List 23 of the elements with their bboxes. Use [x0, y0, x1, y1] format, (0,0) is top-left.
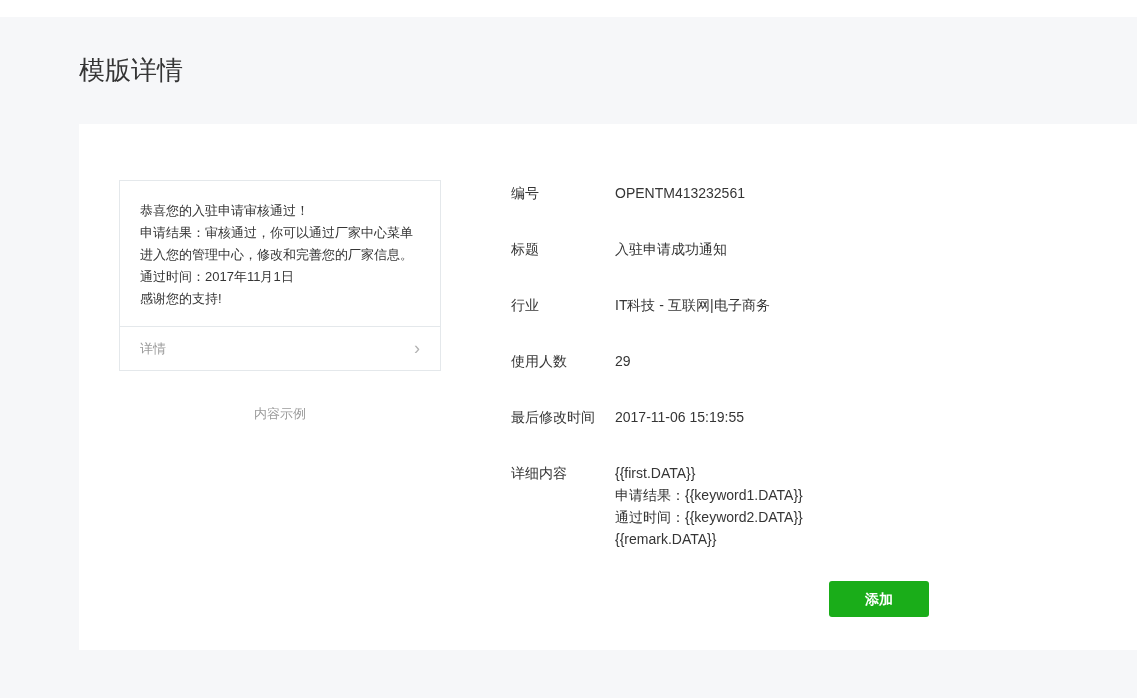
message-line: 感谢您的支持! [140, 290, 223, 308]
field-label: 详细内容 [511, 464, 568, 483]
field-value: 申请结果：{{keyword1.DATA}} [615, 486, 803, 505]
message-line: 申请结果：审核通过，你可以通过厂家中心菜单进入您的管理中心，修改和完善您的厂家信息。 [140, 224, 414, 264]
message-line: 恭喜您的入驻申请审核通过！ [140, 202, 310, 220]
details-link[interactable]: 详情 › [120, 326, 440, 370]
preview-caption: 内容示例 [253, 405, 307, 423]
field-label: 编号 [511, 184, 540, 203]
field-value: 通过时间：{{keyword2.DATA}} [615, 508, 803, 527]
field-value: 入驻申请成功通知 [615, 240, 727, 259]
field-value: 2017-11-06 15:19:55 [615, 408, 744, 427]
field-value: {{first.DATA}} [615, 464, 697, 483]
add-button[interactable]: 添加 [829, 581, 929, 617]
field-value: 29 [615, 352, 631, 371]
field-value: {{remark.DATA}} [615, 530, 718, 549]
page-title: 模版详情 [79, 57, 184, 87]
field-value: OPENTM413232561 [615, 184, 745, 203]
field-label: 行业 [511, 296, 540, 315]
field-label: 最后修改时间 [511, 408, 596, 427]
field-label: 标题 [511, 240, 540, 259]
message-line: 通过时间：2017年11月1日 [140, 268, 295, 286]
field-label: 使用人数 [511, 352, 568, 371]
field-value: IT科技 - 互联网|电子商务 [615, 296, 770, 315]
